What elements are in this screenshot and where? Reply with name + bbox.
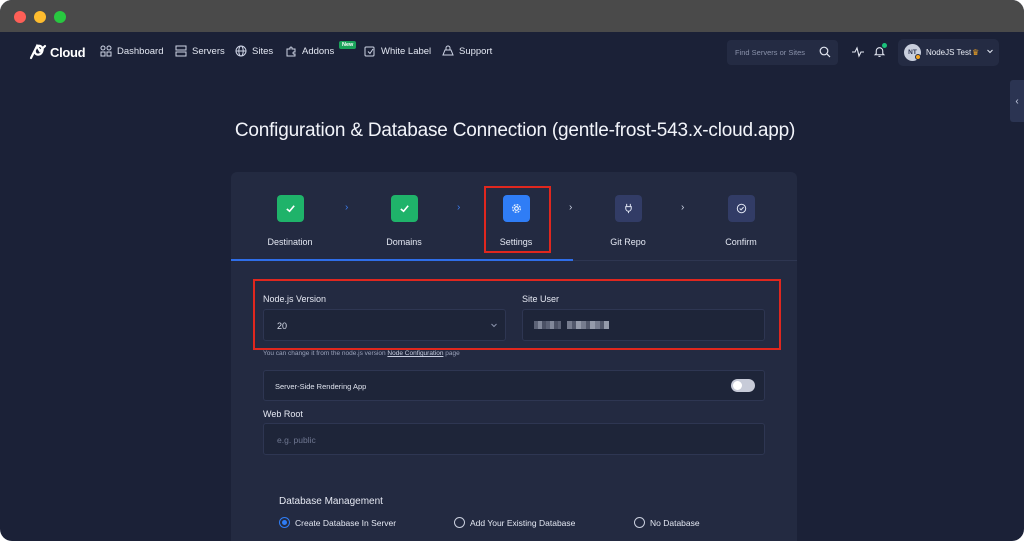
avatar-status-dot — [915, 54, 921, 60]
white-label-icon — [364, 46, 375, 57]
toggle-knob — [733, 381, 742, 390]
logo[interactable]: Cloud — [28, 42, 86, 62]
step-domains-badge — [390, 195, 418, 222]
fields-highlight — [253, 279, 781, 350]
web-root-input[interactable]: e.g. public — [263, 423, 765, 455]
radio-unchecked-icon — [454, 517, 465, 528]
nav-white-label-label: White Label — [381, 45, 432, 57]
maximize-window-button[interactable] — [54, 11, 66, 23]
hint-prefix: You can change it from the node.js versi… — [263, 350, 388, 357]
notification-dot — [882, 43, 887, 48]
page-title: Configuration & Database Connection (gen… — [234, 120, 796, 141]
logo-icon — [29, 43, 47, 60]
check-icon — [285, 205, 295, 213]
nav-dashboard[interactable]: Dashboard — [100, 45, 163, 57]
chevron-right-icon: › — [681, 202, 685, 213]
app-window: Cloud Dashboard Servers Sites Addons New… — [0, 0, 1024, 541]
new-badge: New — [339, 41, 357, 49]
nav-sites[interactable]: Sites — [235, 45, 273, 57]
node-configuration-link[interactable]: Node Configuration — [387, 350, 443, 357]
check-icon — [399, 205, 409, 213]
search-icon[interactable] — [819, 46, 831, 58]
node-version-hint: You can change it from the node.js versi… — [263, 350, 460, 357]
user-name: NodeJS Test — [926, 48, 972, 57]
radio-existing-database-label: Add Your Existing Database — [470, 517, 576, 528]
chevron-right-icon: › — [569, 202, 573, 213]
step-domains-label: Domains — [386, 237, 422, 247]
globe-icon — [235, 45, 247, 57]
plug-icon — [624, 203, 632, 214]
nav-addons[interactable]: Addons New — [285, 41, 357, 57]
nav-addons-label: Addons — [302, 45, 335, 57]
logo-text: Cloud — [50, 44, 86, 60]
step-git-repo-badge — [614, 195, 642, 222]
step-confirm[interactable]: Confirm — [696, 195, 786, 247]
nav-servers[interactable]: Servers — [175, 45, 225, 57]
puzzle-icon — [286, 46, 296, 57]
activity-icon[interactable] — [852, 46, 864, 58]
check-circle-icon — [736, 203, 746, 214]
chevron-right-icon: › — [345, 202, 349, 213]
database-management-title: Database Management — [279, 496, 383, 507]
hint-suffix: page — [443, 350, 460, 357]
nav-support-label: Support — [459, 45, 493, 57]
radio-checked-icon — [279, 517, 290, 528]
search-input[interactable]: Find Servers or Sites — [727, 40, 838, 65]
step-confirm-badge — [727, 195, 755, 222]
step-git-repo-label: Git Repo — [610, 237, 646, 247]
window-titlebar — [0, 0, 1024, 32]
chevron-down-icon — [987, 49, 993, 54]
crown-icon: ♛ — [972, 48, 980, 57]
ssr-label: Server-Side Rendering App — [275, 382, 367, 391]
ssr-row: Server-Side Rendering App — [263, 370, 765, 401]
user-menu[interactable]: NT NodeJS Test ♛ — [898, 39, 999, 66]
step-destination-badge — [276, 195, 304, 222]
step-domains[interactable]: Domains — [359, 195, 449, 247]
nav-support[interactable]: Support — [442, 45, 492, 57]
radio-existing-database[interactable]: Add Your Existing Database — [454, 517, 575, 528]
radio-no-database-label: No Database — [650, 517, 700, 528]
chevron-right-icon: › — [457, 202, 461, 213]
support-icon — [442, 45, 454, 56]
step-confirm-label: Confirm — [725, 237, 757, 247]
minimize-window-button[interactable] — [34, 11, 46, 23]
web-root-label: Web Root — [263, 409, 303, 419]
step-destination[interactable]: Destination — [245, 195, 335, 247]
step-destination-label: Destination — [267, 237, 313, 247]
servers-icon — [175, 45, 187, 57]
ssr-toggle[interactable] — [731, 379, 755, 392]
chevron-left-icon: ‹ — [1015, 95, 1019, 107]
close-window-button[interactable] — [14, 11, 26, 23]
top-navbar: Cloud Dashboard Servers Sites Addons New… — [0, 32, 1024, 72]
dashboard-icon — [100, 45, 112, 57]
search-placeholder: Find Servers or Sites — [735, 48, 806, 57]
nav-sites-label: Sites — [252, 45, 274, 57]
radio-no-database[interactable]: No Database — [634, 517, 700, 528]
stepper-progress — [231, 259, 573, 261]
settings-step-highlight — [484, 186, 551, 253]
nav-dashboard-label: Dashboard — [117, 45, 164, 57]
radio-unchecked-icon — [634, 517, 645, 528]
step-git-repo[interactable]: Git Repo — [583, 195, 673, 247]
collapse-panel-button[interactable]: ‹ — [1010, 80, 1024, 122]
radio-create-database[interactable]: Create Database In Server — [279, 517, 396, 528]
radio-create-database-label: Create Database In Server — [295, 517, 397, 528]
web-root-placeholder: e.g. public — [277, 435, 316, 445]
nav-white-label[interactable]: White Label — [364, 45, 431, 57]
nav-servers-label: Servers — [192, 45, 225, 57]
